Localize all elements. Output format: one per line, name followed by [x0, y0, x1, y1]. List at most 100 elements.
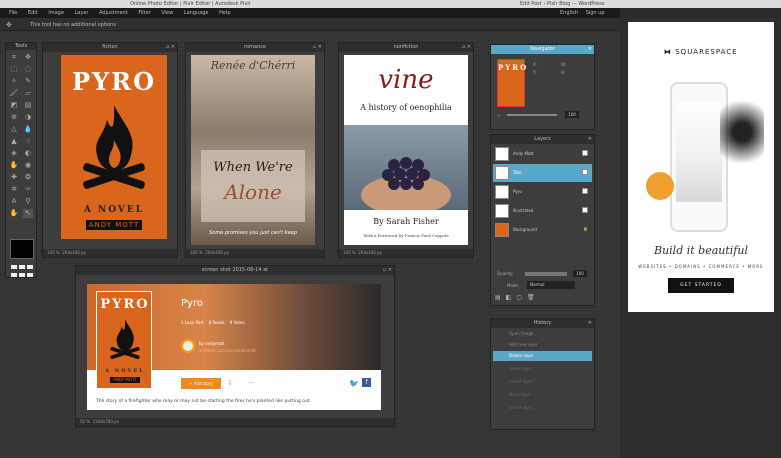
- view-grid-icon[interactable]: [10, 264, 34, 277]
- redeye-tool-icon[interactable]: ◉: [23, 161, 33, 170]
- pointer-tool-icon[interactable]: ↖: [23, 209, 33, 218]
- wand-tool-icon[interactable]: ✧: [9, 77, 19, 86]
- window-controls-icon[interactable]: ▫ ✕: [383, 266, 392, 275]
- sharpen-tool-icon[interactable]: ▲: [9, 137, 19, 146]
- english-link[interactable]: English: [560, 10, 578, 16]
- fiction-header[interactable]: fiction ▫ ✕: [43, 43, 177, 52]
- sponge-tool-icon[interactable]: ◈: [9, 149, 19, 158]
- history-item[interactable]: Add new layer: [493, 340, 592, 350]
- close-icon[interactable]: ✕: [588, 135, 592, 144]
- facebook-icon[interactable]: f: [362, 378, 371, 387]
- zoom-out-icon[interactable]: −: [497, 113, 501, 119]
- history-item[interactable]: Select layer: [493, 364, 592, 374]
- blend-mode-select[interactable]: Normal: [527, 281, 575, 289]
- author-avatar[interactable]: [181, 339, 195, 353]
- color-replace-icon[interactable]: ◑: [23, 113, 33, 122]
- menu-image[interactable]: Image: [48, 10, 64, 16]
- opacity-input[interactable]: 100: [573, 270, 587, 277]
- layer-settings-icon[interactable]: ▤: [495, 294, 506, 301]
- navigator-header[interactable]: Navigator ✕: [491, 45, 594, 54]
- blur-tool-icon[interactable]: 💧: [23, 125, 33, 134]
- more-icon[interactable]: ···: [247, 379, 254, 387]
- nonfiction-header[interactable]: nonfiction ▫ ✕: [339, 43, 473, 52]
- vote-icon[interactable]: ⇩: [227, 379, 237, 388]
- opacity-slider[interactable]: [525, 272, 567, 276]
- visibility-checkbox[interactable]: [582, 150, 588, 156]
- story-author[interactable]: by andymott: [199, 341, 225, 346]
- get-started-button[interactable]: GET STARTED: [668, 278, 734, 293]
- zoom-value[interactable]: 50: [80, 419, 85, 424]
- history-item[interactable]: Select layer: [493, 377, 592, 387]
- layer-mask-icon[interactable]: ◧: [506, 294, 517, 301]
- history-item-selected[interactable]: Delete layer: [493, 351, 592, 361]
- type-tool-icon[interactable]: A: [9, 197, 19, 206]
- menu-help[interactable]: Help: [219, 10, 230, 16]
- window-controls-icon[interactable]: ▫ ✕: [462, 43, 471, 52]
- pencil-tool-icon[interactable]: ✎: [23, 77, 33, 86]
- close-icon[interactable]: ✕: [588, 45, 592, 54]
- romance-header[interactable]: romance ▫ ✕: [186, 43, 324, 52]
- screenshot-window[interactable]: screen shot 2015-08-14 at ▫ ✕ PYRO A NOVE…: [75, 265, 395, 427]
- lasso-tool-icon[interactable]: ◌: [23, 65, 33, 74]
- move-tool-icon[interactable]: ✥: [23, 53, 33, 62]
- add-story-button[interactable]: + Add story: [181, 378, 221, 389]
- squarespace-ad[interactable]: ⧓ SQUARESPACE Build it beautiful WEBSITE…: [628, 22, 774, 312]
- crop-tool-icon[interactable]: ⌗: [9, 53, 19, 62]
- eraser-tool-icon[interactable]: ▱: [23, 89, 33, 98]
- zoom-value[interactable]: 100: [190, 250, 198, 255]
- visibility-checkbox[interactable]: [582, 207, 588, 213]
- zoom-value[interactable]: 100: [343, 250, 351, 255]
- zoom-slider[interactable]: [507, 114, 557, 116]
- marquee-tool-icon[interactable]: ⬚: [9, 65, 19, 74]
- clone-tool-icon[interactable]: ⊕: [9, 113, 19, 122]
- menu-adjustment[interactable]: Adjustment: [99, 10, 128, 16]
- history-item[interactable]: Select layer: [493, 403, 592, 413]
- smudge-tool-icon[interactable]: ☝: [23, 137, 33, 146]
- layer-row-selected[interactable]: Title: [493, 164, 592, 182]
- menu-filter[interactable]: Filter: [138, 10, 150, 16]
- close-icon[interactable]: ✕: [588, 319, 592, 328]
- twitter-icon[interactable]: 🐦: [349, 379, 359, 388]
- bucket-tool-icon[interactable]: ◩: [9, 101, 19, 110]
- layer-row[interactable]: Pyro: [493, 183, 592, 201]
- burn-tool-icon[interactable]: ✋: [9, 161, 19, 170]
- new-layer-icon[interactable]: ▢: [516, 294, 527, 301]
- menu-file[interactable]: File: [9, 10, 17, 16]
- bloat-tool-icon[interactable]: ❂: [23, 173, 33, 182]
- delete-layer-icon[interactable]: 🗑: [527, 294, 540, 301]
- menu-layer[interactable]: Layer: [75, 10, 89, 16]
- signup-link[interactable]: Sign up: [586, 10, 605, 16]
- pinch-tool-icon[interactable]: ✲: [9, 185, 19, 194]
- menu-language[interactable]: Language: [184, 10, 209, 16]
- drawing-tool-icon[interactable]: △: [9, 125, 19, 134]
- visibility-checkbox[interactable]: [582, 169, 588, 175]
- layer-row[interactable]: Illustrated: [493, 202, 592, 220]
- history-item[interactable]: Open Image: [493, 329, 592, 339]
- history-item[interactable]: Move layer: [493, 390, 592, 400]
- spot-heal-icon[interactable]: ✚: [9, 173, 19, 182]
- dodge-tool-icon[interactable]: ◐: [23, 149, 33, 158]
- gradient-tool-icon[interactable]: ▤: [23, 101, 33, 110]
- layer-row[interactable]: Background 🔒: [493, 221, 592, 239]
- navigator-preview[interactable]: PYRO: [497, 59, 526, 107]
- visibility-checkbox[interactable]: [582, 188, 588, 194]
- layers-header[interactable]: Layers ✕: [491, 135, 594, 144]
- romance-window[interactable]: romance ▫ ✕ Renée d'Chérri When We're Alo…: [185, 42, 325, 258]
- window-controls-icon[interactable]: ▫ ✕: [313, 43, 322, 52]
- layer-row[interactable]: Andy Mott: [493, 145, 592, 163]
- fiction-window[interactable]: fiction ▫ ✕ PYRO A NOVEL ANDY MOTT 100 % …: [42, 42, 178, 258]
- author-link[interactable]: wattpad.com/user/andymott: [199, 348, 256, 353]
- window-controls-icon[interactable]: ▫ ✕: [166, 43, 175, 52]
- zoom-input[interactable]: 100: [565, 111, 579, 118]
- brush-tool-icon[interactable]: 🖌: [9, 89, 19, 98]
- menu-edit[interactable]: Edit: [28, 10, 38, 16]
- screenshot-header[interactable]: screen shot 2015-08-14 at ▫ ✕: [76, 266, 394, 275]
- zoom-tool-icon[interactable]: ⚲: [23, 197, 33, 206]
- color-picker-icon[interactable]: ✑: [23, 185, 33, 194]
- zoom-value[interactable]: 100: [47, 250, 55, 255]
- history-header[interactable]: History ✕: [491, 319, 594, 328]
- nonfiction-window[interactable]: nonfiction ▫ ✕ vine A history of oenophil…: [338, 42, 474, 258]
- color-swatch[interactable]: [10, 239, 34, 259]
- hand-tool-icon[interactable]: ✋: [9, 209, 19, 218]
- menu-view[interactable]: View: [161, 10, 173, 16]
